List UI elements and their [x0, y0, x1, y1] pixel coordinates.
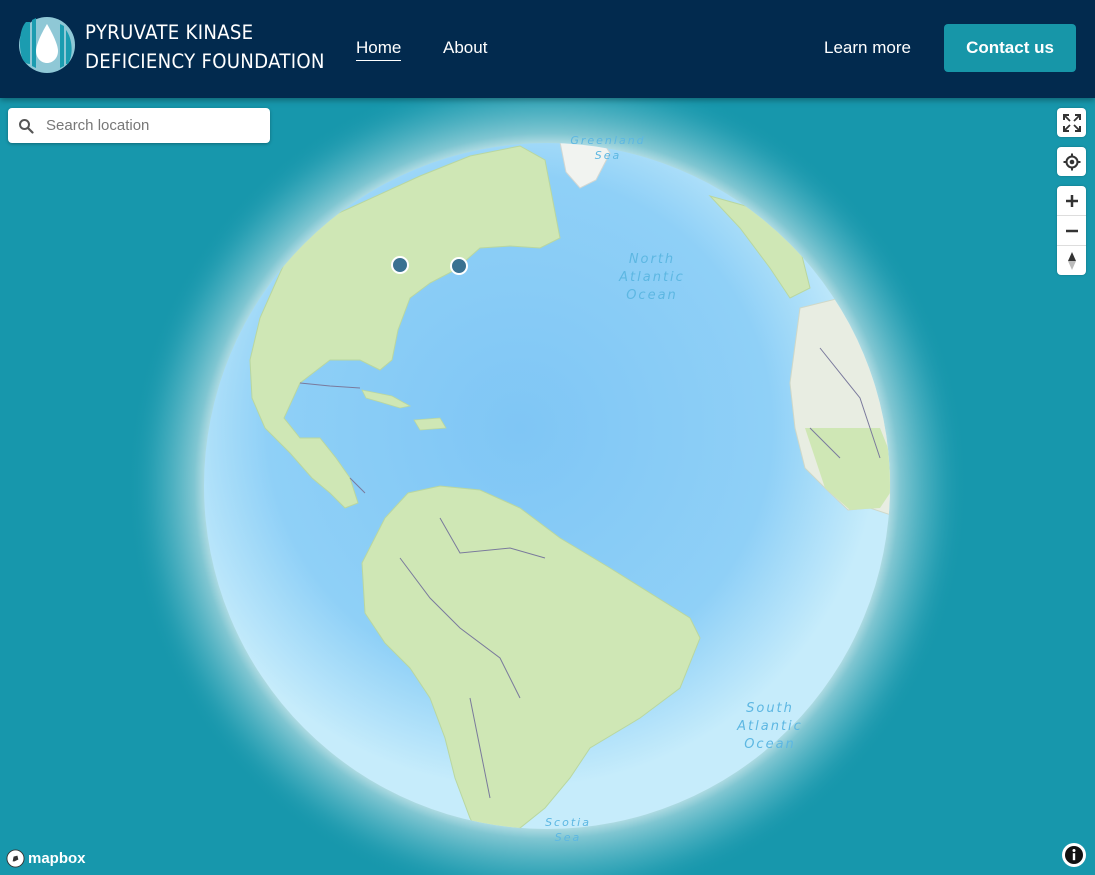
- compass-button[interactable]: [1057, 245, 1086, 275]
- search-input[interactable]: [44, 116, 248, 135]
- navigation-control: [1057, 186, 1086, 275]
- compass-icon: [1067, 251, 1076, 270]
- zoom-in-button[interactable]: [1057, 186, 1086, 215]
- contact-us-button[interactable]: Contact us: [944, 24, 1076, 72]
- info-icon: [1065, 846, 1083, 864]
- mapbox-wordmark: mapbox: [28, 850, 86, 867]
- greenland-sea-label-1: Greenland: [570, 134, 645, 147]
- fullscreen-icon: [1062, 113, 1081, 132]
- nav-about[interactable]: About: [443, 38, 487, 58]
- search-icon: [19, 118, 34, 134]
- south-atlantic-label-1: South: [746, 701, 794, 716]
- fullscreen-control: [1057, 108, 1086, 137]
- north-atlantic-label-3: Ocean: [626, 288, 678, 303]
- brand-name[interactable]: PYRUVATE KINASE DEFICIENCY FOUNDATION: [85, 18, 325, 76]
- north-atlantic-label-1: North: [629, 252, 675, 267]
- nav-home[interactable]: Home: [356, 38, 402, 61]
- zoom-out-button[interactable]: [1057, 215, 1086, 245]
- geolocate-control: [1057, 147, 1086, 176]
- map-container[interactable]: Greenland Sea North Atlantic Ocean South…: [0, 98, 1095, 875]
- scotia-sea-label-1: Scotia: [545, 816, 591, 829]
- brand-line-1: PYRUVATE KINASE: [85, 21, 254, 44]
- nav-learn-more[interactable]: Learn more: [824, 38, 911, 58]
- brand-line-2: DEFICIENCY FOUNDATION: [85, 50, 325, 73]
- location-search[interactable]: [8, 108, 270, 143]
- fullscreen-button[interactable]: [1057, 108, 1086, 137]
- south-atlantic-label-3: Ocean: [744, 737, 796, 752]
- north-atlantic-label-2: Atlantic: [618, 270, 685, 285]
- map-marker-boston[interactable]: [450, 257, 468, 275]
- greenland-sea-label-2: Sea: [595, 149, 622, 162]
- map-marker-great-lakes[interactable]: [391, 256, 409, 274]
- globe-map[interactable]: Greenland Sea North Atlantic Ocean South…: [0, 98, 1095, 875]
- site-header: PYRUVATE KINASE DEFICIENCY FOUNDATION Ho…: [0, 0, 1095, 98]
- mapbox-logo[interactable]: mapbox: [6, 849, 86, 868]
- geolocate-icon: [1063, 153, 1080, 170]
- zoom-out-icon: [1065, 229, 1078, 232]
- zoom-in-icon: [1065, 194, 1078, 207]
- scotia-sea-label-2: Sea: [555, 831, 582, 844]
- geolocate-button[interactable]: [1057, 147, 1086, 176]
- mapbox-icon: [6, 849, 25, 868]
- attribution-button[interactable]: [1062, 843, 1086, 867]
- foundation-logo-icon[interactable]: [16, 14, 76, 76]
- south-atlantic-label-2: Atlantic: [736, 719, 803, 734]
